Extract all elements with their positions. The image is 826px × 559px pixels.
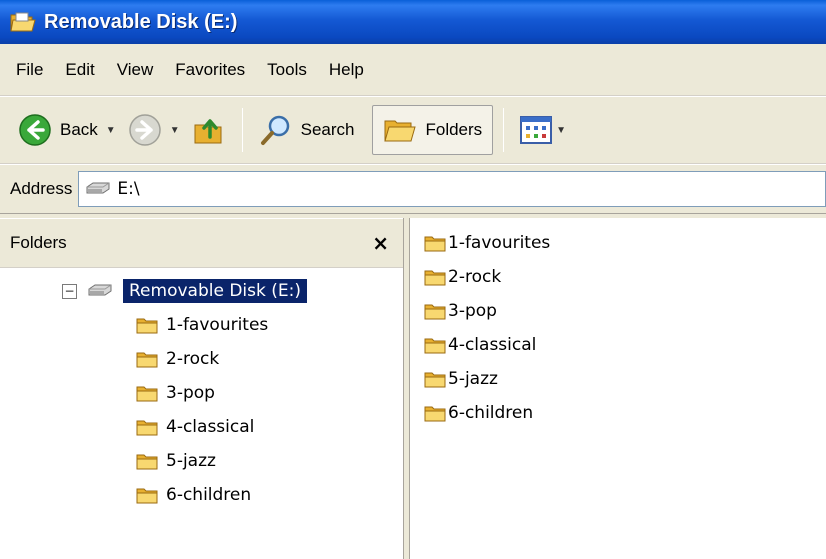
tree-item-1-favourites[interactable]: 1-favourites — [0, 308, 403, 342]
address-label: Address — [10, 179, 73, 198]
folder-icon — [424, 234, 446, 252]
menu-file[interactable]: File — [16, 60, 43, 80]
folder-icon — [424, 268, 446, 286]
folder-icon — [424, 302, 446, 320]
folder-open-icon — [10, 11, 36, 33]
menu-bar: File Edit View Favorites Tools Help — [0, 44, 826, 96]
tree-item-4-classical[interactable]: 4-classical — [0, 410, 403, 444]
tree-item-6-children[interactable]: 6-children — [0, 478, 403, 512]
up-folder-icon — [192, 113, 226, 147]
folder-tree: − Removable Disk (E:) 1-favourites 2-roc… — [0, 268, 403, 512]
list-item-label: 2-rock — [448, 267, 502, 287]
folder-icon — [136, 418, 158, 436]
menu-help[interactable]: Help — [329, 60, 364, 80]
list-item-label: 3-pop — [448, 301, 497, 321]
views-icon — [520, 116, 553, 144]
toolbar-separator — [241, 108, 243, 152]
folders-button[interactable]: Folders — [372, 105, 494, 155]
back-arrow-icon — [18, 113, 52, 147]
tree-item-label: 5-jazz — [166, 451, 216, 471]
chevron-down-icon[interactable]: ▼ — [106, 125, 116, 136]
list-item-label: 5-jazz — [448, 369, 498, 389]
folder-icon — [136, 384, 158, 402]
folder-icon — [136, 316, 158, 334]
menu-edit[interactable]: Edit — [65, 60, 94, 80]
up-folder-button[interactable] — [186, 105, 232, 155]
tree-item-2-rock[interactable]: 2-rock — [0, 342, 403, 376]
folders-pane-title: Folders — [10, 233, 67, 252]
toolbar-separator — [503, 108, 505, 152]
collapse-icon[interactable]: − — [62, 283, 77, 299]
menu-tools[interactable]: Tools — [267, 60, 307, 80]
folder-icon — [136, 486, 158, 504]
toolbar: Back ▼ ▼ Search Folders ▼ — [0, 96, 826, 164]
address-input[interactable]: E:\ — [78, 171, 826, 207]
tree-item-3-pop[interactable]: 3-pop — [0, 376, 403, 410]
list-item[interactable]: 5-jazz — [410, 362, 826, 396]
address-bar: Address E:\ — [0, 164, 826, 214]
list-item[interactable]: 6-children — [410, 396, 826, 430]
list-item-label: 1-favourites — [448, 233, 551, 253]
folders-icon — [383, 115, 417, 145]
address-value: E:\ — [117, 179, 140, 199]
tree-item-label: 2-rock — [166, 349, 220, 369]
content-pane: 1-favourites 2-rock 3-pop 4-classical 5-… — [410, 218, 826, 559]
views-button[interactable]: ▼ — [514, 105, 572, 155]
folder-icon — [136, 452, 158, 470]
close-icon[interactable]: × — [372, 231, 389, 255]
back-button[interactable]: Back ▼ — [12, 105, 122, 155]
drive-icon — [85, 181, 111, 197]
window-title: Removable Disk (E:) — [44, 10, 238, 33]
search-label: Search — [300, 120, 355, 139]
tree-item-label: 6-children — [166, 485, 252, 505]
tree-item-label: 3-pop — [166, 383, 215, 403]
list-item[interactable]: 3-pop — [410, 294, 826, 328]
list-item[interactable]: 2-rock — [410, 260, 826, 294]
folders-pane-header: Folders × — [0, 218, 403, 268]
search-icon — [259, 113, 293, 147]
forward-button[interactable]: ▼ — [122, 105, 186, 155]
folder-icon — [424, 404, 446, 422]
drive-icon — [87, 283, 113, 299]
chevron-down-icon[interactable]: ▼ — [556, 125, 566, 136]
folder-icon — [136, 350, 158, 368]
list-item[interactable]: 1-favourites — [410, 226, 826, 260]
back-label: Back — [60, 120, 98, 139]
list-item[interactable]: 4-classical — [410, 328, 826, 362]
forward-arrow-icon — [128, 113, 162, 147]
tree-item-label: 1-favourites — [166, 315, 269, 335]
list-item-label: 6-children — [448, 403, 534, 423]
folder-icon — [424, 336, 446, 354]
folder-icon — [424, 370, 446, 388]
menu-favorites[interactable]: Favorites — [175, 60, 245, 80]
search-button[interactable]: Search — [253, 105, 361, 155]
tree-item-label: 4-classical — [166, 417, 255, 437]
tree-root-label[interactable]: Removable Disk (E:) — [123, 279, 307, 303]
menu-view[interactable]: View — [117, 60, 154, 80]
tree-item-5-jazz[interactable]: 5-jazz — [0, 444, 403, 478]
folders-pane: Folders × − Removable Disk (E:) 1-favour… — [0, 218, 404, 559]
list-item-label: 4-classical — [448, 335, 537, 355]
title-bar[interactable]: Removable Disk (E:) — [0, 0, 826, 44]
folders-label: Folders — [425, 120, 483, 139]
chevron-down-icon[interactable]: ▼ — [170, 125, 180, 136]
tree-root-removable-disk[interactable]: − Removable Disk (E:) — [0, 274, 403, 308]
